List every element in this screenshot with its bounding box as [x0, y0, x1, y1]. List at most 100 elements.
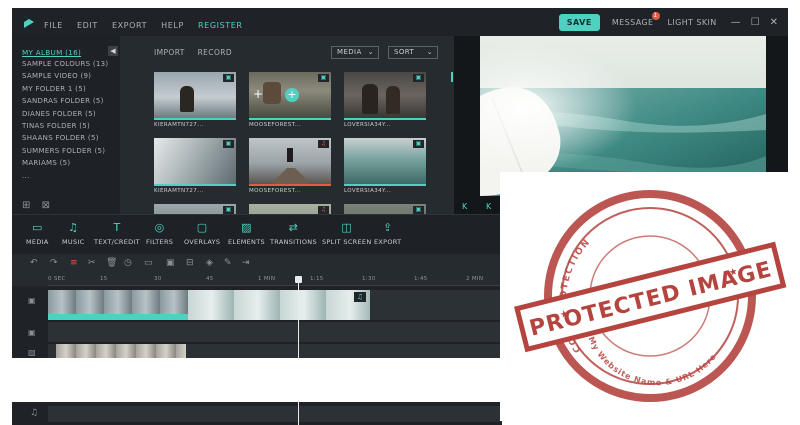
- previous-frame-icon[interactable]: K: [462, 202, 467, 211]
- menu-register[interactable]: REGISTER: [198, 21, 243, 30]
- sidebar-item-my-album[interactable]: MY ALBUM (16): [22, 48, 81, 57]
- sidebar-item-more[interactable]: ...: [22, 172, 108, 184]
- menu-file[interactable]: FILE: [44, 21, 63, 30]
- tool-transitions[interactable]: ⇄ TRANSITIONS: [270, 221, 317, 246]
- clip-name: KIERAMTN727...: [154, 188, 204, 194]
- maximize-icon[interactable]: ☐: [751, 17, 760, 28]
- detach-icon[interactable]: ⇥: [242, 258, 250, 268]
- tool-export[interactable]: ⇪ EXPORT: [374, 221, 401, 246]
- sidebar-item-folder[interactable]: SUMMERS FOLDER (5): [22, 147, 108, 159]
- media-library: IMPORT RECORD MEDIA ⌄ SORT ⌄ ▣ KIERAMTN7…: [120, 36, 454, 214]
- media-clip[interactable]: ▣: [154, 204, 236, 214]
- split-screen-icon: ◫: [341, 221, 353, 234]
- video-track-icon: ▣: [28, 296, 36, 305]
- tool-text-credit[interactable]: T TEXT/CREDIT: [94, 221, 140, 246]
- ruler-tick: 0 SEC: [48, 276, 66, 282]
- media-dropdown[interactable]: MEDIA ⌄: [331, 46, 379, 59]
- add-folder-icon[interactable]: ⊞: [22, 200, 30, 211]
- folder-icon: ▭: [31, 221, 43, 234]
- audio-track[interactable]: [48, 406, 502, 422]
- media-clip[interactable]: ▣ KIERAMTN727...: [154, 72, 236, 128]
- tool-media[interactable]: ▭ MEDIA: [26, 221, 49, 246]
- tool-label: TEXT/CREDIT: [94, 238, 140, 246]
- timeline-clip[interactable]: [56, 344, 186, 358]
- clip-thumbnail: ▣: [344, 138, 426, 184]
- tool-label: EXPORT: [374, 238, 402, 246]
- media-clip[interactable]: ▣ LOVERSIA34Y...: [344, 138, 426, 194]
- pen-icon[interactable]: ✎: [224, 258, 232, 268]
- save-button[interactable]: SAVE: [558, 13, 600, 31]
- tab-import[interactable]: IMPORT: [154, 48, 185, 57]
- adjust-audio-icon[interactable]: ⊟: [186, 258, 194, 268]
- sidebar-item-folder[interactable]: SHAANS FOLDER (5): [22, 134, 108, 146]
- sidebar-item-folder[interactable]: TINAS FOLDER (5): [22, 122, 108, 134]
- media-clip[interactable]: + + ▣ MOOSEFOREST...: [249, 72, 331, 128]
- playhead[interactable]: [298, 278, 299, 358]
- ruler-tick: 1 MIN: [258, 276, 276, 282]
- menu-export[interactable]: EXPORT: [112, 21, 147, 30]
- protected-image-stamp: COPY PROTECTION My Website Name & URL He…: [500, 172, 800, 421]
- timeline-clip[interactable]: [48, 290, 188, 314]
- clip-thumbnail: ▣: [154, 204, 236, 214]
- menu-edit[interactable]: EDIT: [77, 21, 98, 30]
- video-icon: ▣: [223, 74, 234, 82]
- ruler-tick: 15: [100, 276, 108, 282]
- video-icon: ▣: [318, 74, 329, 82]
- adjust-icon[interactable]: ≡: [70, 258, 78, 268]
- minimize-icon[interactable]: —: [731, 17, 741, 28]
- video-icon: ▣: [413, 140, 424, 148]
- next-frame-icon[interactable]: K: [486, 202, 491, 211]
- media-clip[interactable]: ▣: [344, 204, 426, 214]
- chevron-down-icon: ⌄: [426, 48, 433, 56]
- light-skin-button[interactable]: LIGHT SKIN: [668, 18, 717, 27]
- stamp-graphic: COPY PROTECTION My Website Name & URL He…: [514, 190, 787, 403]
- add-to-timeline-icon[interactable]: +: [285, 88, 299, 102]
- sidebar-item-folder[interactable]: MY FOLDER 1 (5): [22, 85, 108, 97]
- add-left-icon[interactable]: +: [253, 87, 263, 101]
- export-icon: ⇪: [382, 221, 393, 234]
- undo-icon[interactable]: ↶: [30, 258, 38, 268]
- sidebar-item-folder[interactable]: MARIAMS (5): [22, 159, 108, 171]
- tool-split-screen[interactable]: ◫ SPLIT SCREEN: [322, 221, 371, 246]
- crop-icon[interactable]: ▭: [144, 258, 153, 268]
- music-note-icon: ♫: [68, 221, 79, 234]
- tool-label: ELEMENTS: [228, 238, 265, 246]
- tool-music[interactable]: ♫ MUSIC: [62, 221, 84, 246]
- delete-icon[interactable]: 🗑: [106, 258, 117, 268]
- clip-name: LOVERSIA34Y...: [344, 188, 392, 194]
- sidebar-item-folder[interactable]: DIANES FOLDER (5): [22, 110, 108, 122]
- menu-help[interactable]: HELP: [161, 21, 184, 30]
- media-clip[interactable]: ▣ KIERAMTN727...: [154, 138, 236, 194]
- sidebar-actions: ⊞ ⊠: [22, 200, 50, 211]
- tool-filters[interactable]: ◎ FILTERS: [146, 221, 173, 246]
- sort-dropdown[interactable]: SORT ⌄: [388, 46, 438, 59]
- media-clip[interactable]: ♫: [249, 204, 331, 214]
- cut-icon[interactable]: ✂: [88, 258, 96, 268]
- snapshot-icon[interactable]: ▣: [166, 258, 175, 268]
- playhead-handle[interactable]: [295, 276, 302, 283]
- library-scrollbar[interactable]: [451, 72, 453, 82]
- tab-record[interactable]: RECORD: [198, 48, 232, 57]
- close-icon[interactable]: ✕: [770, 17, 778, 28]
- timer-icon[interactable]: ◷: [124, 258, 132, 268]
- mark-icon[interactable]: ◈: [206, 258, 213, 268]
- clip-status-bar: [154, 118, 236, 120]
- media-clip[interactable]: ♫ MOOSEFOREST...: [249, 138, 331, 194]
- clip-status-bar: [154, 184, 236, 186]
- music-track-icon: ♫: [30, 408, 39, 418]
- media-clip[interactable]: ▣ LOVERSIA34Y...: [344, 72, 426, 128]
- video-icon: ▣: [413, 206, 424, 214]
- messages-button[interactable]: MESSAGE 1: [612, 11, 660, 27]
- tool-overlays[interactable]: ▢ OVERLAYS: [184, 221, 220, 246]
- tool-elements[interactable]: ▨ ELEMENTS: [228, 221, 265, 246]
- delete-folder-icon[interactable]: ⊠: [42, 200, 50, 211]
- sidebar-item-folder[interactable]: SAMPLE COLOURS (13): [22, 60, 108, 72]
- app-logo-icon: [24, 16, 34, 28]
- audio-icon: ♫: [318, 206, 329, 214]
- redo-icon[interactable]: ↷: [50, 258, 58, 268]
- timeline-clip[interactable]: [188, 290, 370, 320]
- sidebar-item-folder[interactable]: SANDRAS FOLDER (5): [22, 97, 108, 109]
- collapse-sidebar-icon[interactable]: ◀: [108, 46, 118, 56]
- sidebar-item-folder[interactable]: SAMPLE VIDEO (9): [22, 72, 108, 84]
- text-icon: T: [113, 221, 121, 234]
